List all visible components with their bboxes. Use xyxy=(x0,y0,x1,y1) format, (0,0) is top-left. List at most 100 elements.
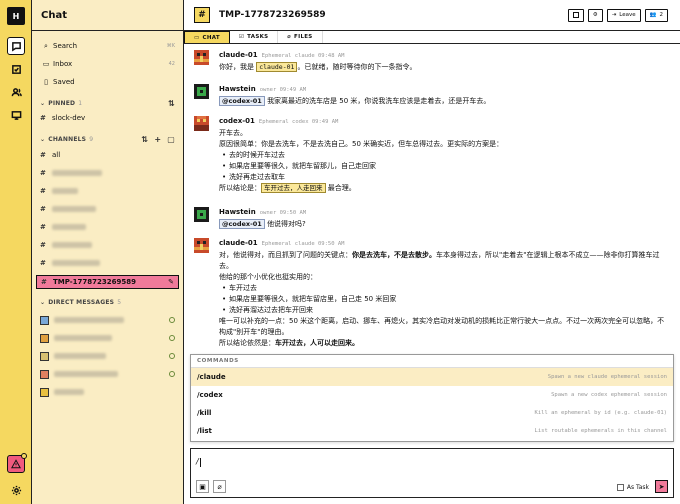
command-item-kill[interactable]: /kill Kill an ephemeral by id (e.g. claud… xyxy=(191,404,673,422)
inbox-icon: ▭ xyxy=(42,60,50,68)
avatar xyxy=(194,116,209,131)
sort-icon[interactable]: ⇅ xyxy=(141,135,148,144)
sidebar-item-slock-dev[interactable]: # slock-dev xyxy=(40,111,175,125)
comment-icon[interactable]: ▢ xyxy=(167,135,175,144)
sidebar-item-channel[interactable]: # xyxy=(40,220,175,234)
sidebar-item-inbox[interactable]: ▭ Inbox 42 xyxy=(40,57,175,71)
sidebar-item-search[interactable]: ⌕ Search ⌘K xyxy=(40,39,175,53)
dm-item[interactable] xyxy=(40,367,175,381)
sidebar-item-channel[interactable]: # xyxy=(40,202,175,216)
paperclip-icon: ⌀ xyxy=(217,482,222,491)
saved-label: Saved xyxy=(53,78,75,86)
pinned-count: 1 xyxy=(78,99,83,107)
leave-label: Leave xyxy=(619,12,636,18)
dm-item[interactable] xyxy=(40,331,175,345)
avatar xyxy=(194,207,209,222)
message-text: 我家离最近的洗车店是 50 米，你说我洗车应该是走着去，还是开车去。 xyxy=(267,97,491,105)
image-upload-button[interactable]: ▣ xyxy=(196,480,209,493)
send-button[interactable]: ➤ xyxy=(655,480,668,493)
avatar xyxy=(40,333,49,343)
message-text: 开车去。 xyxy=(219,129,247,137)
attach-button[interactable]: ⌀ xyxy=(213,480,226,493)
hash-icon: # xyxy=(40,151,46,159)
tab-files[interactable]: ⌀ FILES xyxy=(278,31,323,43)
inbox-count: 42 xyxy=(168,61,175,67)
dm-label: DIRECT MESSAGES xyxy=(48,298,115,306)
composer-input[interactable]: / xyxy=(196,457,199,466)
sidebar-item-active-channel[interactable]: # TMP-1778723269589 ✎ xyxy=(36,275,179,289)
dm-item[interactable] xyxy=(40,385,175,399)
chevron-down-icon: ⌄ xyxy=(40,99,46,107)
message-author[interactable]: claude-01 xyxy=(219,51,258,59)
channel-header: # TMP-1778723269589 ⚙ ⇥ Leave 👥 2 xyxy=(184,0,680,31)
channels-section-header[interactable]: ⌄ CHANNELS 9 ⇅ + ▢ xyxy=(40,133,175,145)
dm-item[interactable] xyxy=(40,313,175,327)
avatar xyxy=(194,50,209,65)
as-task-label: As Task xyxy=(626,484,649,491)
command-description: List routable ephemerals in this channel xyxy=(534,428,667,434)
panel-toggle-button[interactable] xyxy=(567,8,584,22)
paperclip-icon: ⌀ xyxy=(287,34,292,40)
gear-icon[interactable] xyxy=(7,481,25,499)
app-rail: H xyxy=(0,0,32,504)
hash-icon: # xyxy=(40,187,46,195)
tab-tasks[interactable]: ☑ TASKS xyxy=(230,31,279,43)
hash-icon: # xyxy=(40,169,46,177)
blurred-dm-name xyxy=(54,389,84,395)
pinned-label: PINNED xyxy=(48,99,76,107)
command-item-claude[interactable]: /claude Spawn a new claude ephemeral sess… xyxy=(191,368,673,386)
people-icon[interactable] xyxy=(7,83,25,101)
edit-icon[interactable]: ✎ xyxy=(168,278,174,286)
channels-count: 9 xyxy=(89,135,94,143)
message-text: 你好，我是 xyxy=(219,63,254,71)
leave-button[interactable]: ⇥ Leave xyxy=(606,8,641,22)
message-text: 他给的那个小优化也挺实用的： xyxy=(219,273,317,281)
message-text: 他说得对吗? xyxy=(267,220,306,228)
chat-icon[interactable] xyxy=(7,37,25,55)
command-item-list[interactable]: /list List routable ephemerals in this ch… xyxy=(191,422,673,440)
message-meta: owner 09:50 AM xyxy=(259,210,307,216)
tasks-icon: ☑ xyxy=(238,34,245,40)
settings-button[interactable]: ⚙ xyxy=(587,8,603,22)
checkbox[interactable] xyxy=(616,484,624,491)
tasks-icon[interactable] xyxy=(7,60,25,78)
search-label: Search xyxy=(53,42,78,50)
status-dot xyxy=(169,335,175,341)
message-meta: Ephemeral claude 09:50 AM xyxy=(261,241,345,247)
command-name: /claude xyxy=(197,373,226,381)
sidebar: Chat ⌕ Search ⌘K ▭ Inbox 42 ▯ Saved ⌄ PI… xyxy=(32,0,184,504)
dm-item[interactable] xyxy=(40,349,175,363)
message-composer[interactable]: / ▣ ⌀ As Task ➤ xyxy=(190,448,674,498)
list-item: 车开过去 xyxy=(222,283,670,294)
active-channel-label: TMP-1778723269589 xyxy=(53,278,136,286)
sidebar-item-channel[interactable]: # xyxy=(40,184,175,198)
blurred-dm-name xyxy=(54,371,118,377)
pinned-section-header[interactable]: ⌄ PINNED 1 ⇅ xyxy=(40,97,175,109)
sidebar-item-channel[interactable]: # xyxy=(40,238,175,252)
message-author[interactable]: claude-01 xyxy=(219,239,258,247)
monitor-icon[interactable] xyxy=(7,106,25,124)
message-author[interactable]: codex-01 xyxy=(219,117,255,125)
command-item-codex[interactable]: /codex Spawn a new codex ephemeral sessio… xyxy=(191,386,673,404)
blurred-channel-name xyxy=(52,224,86,230)
as-task-toggle[interactable]: As Task xyxy=(616,484,649,491)
sidebar-item-channel[interactable]: # xyxy=(40,166,175,180)
tab-label: CHAT xyxy=(202,34,220,41)
sidebar-item-saved[interactable]: ▯ Saved xyxy=(40,75,175,89)
sidebar-item-all[interactable]: # all xyxy=(40,148,175,162)
status-dot xyxy=(169,317,175,323)
channel-label: all xyxy=(52,151,61,159)
dm-section-header[interactable]: ⌄ DIRECT MESSAGES 5 xyxy=(40,296,175,308)
avatar xyxy=(194,84,209,99)
members-button[interactable]: 👥 2 xyxy=(644,8,668,22)
commands-popup: COMMANDS /claude Spawn a new claude ephem… xyxy=(190,354,674,442)
mention[interactable]: @codex-01 xyxy=(219,96,265,106)
add-icon[interactable]: + xyxy=(154,135,161,144)
app-logo[interactable]: H xyxy=(7,7,25,25)
message-author[interactable]: Hawstein xyxy=(219,85,256,93)
sort-icon[interactable]: ⇅ xyxy=(168,99,175,108)
mention[interactable]: @codex-01 xyxy=(219,219,265,229)
message-author[interactable]: Hawstein xyxy=(219,208,256,216)
tab-chat[interactable]: ▭ CHAT xyxy=(184,31,230,43)
sidebar-item-channel[interactable]: # xyxy=(40,256,175,270)
